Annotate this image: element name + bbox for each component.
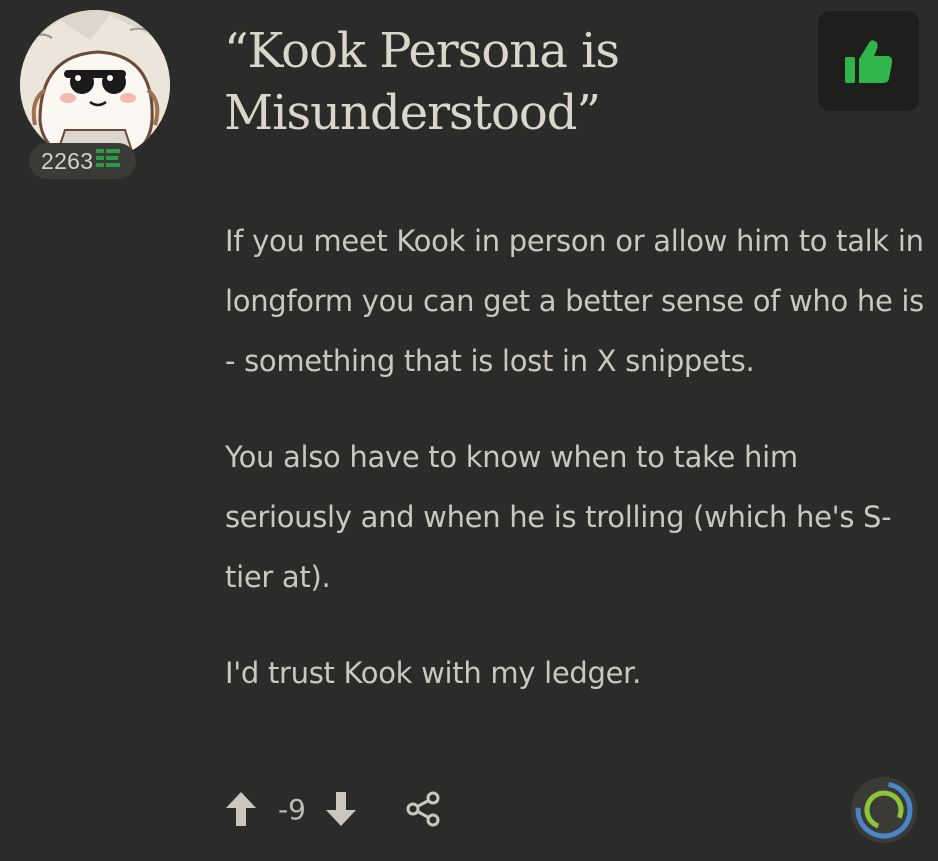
share-icon [406,791,440,827]
thumbs-up-icon [844,40,892,83]
post-paragraph: I'd trust Kook with my ledger. [225,656,642,690]
downvote-button[interactable] [324,790,358,828]
author-score: 2263 [41,147,94,174]
arrow-up-icon [226,792,256,826]
post-paragraph: You also have to know when to take him s… [225,440,892,594]
share-button[interactable] [404,790,442,828]
post-body: If you meet Kook in person or allow him … [225,211,925,739]
like-button[interactable] [818,11,919,111]
avatar[interactable] [20,10,170,160]
post-paragraph: If you meet Kook in person or allow him … [225,224,924,378]
progress-ring-icon [851,777,917,843]
bread-with-sunglasses-avatar-icon [20,10,170,160]
score-badge: 2263 [29,143,137,179]
upvote-button[interactable] [224,790,258,828]
post-title: “Kook Persona is Misunderstood” [224,23,620,141]
action-bar: -9 [224,786,442,832]
vote-count: -9 [278,792,306,826]
progress-ring[interactable] [849,775,919,845]
rank-bars-icon [96,147,122,175]
arrow-down-icon [325,792,356,826]
